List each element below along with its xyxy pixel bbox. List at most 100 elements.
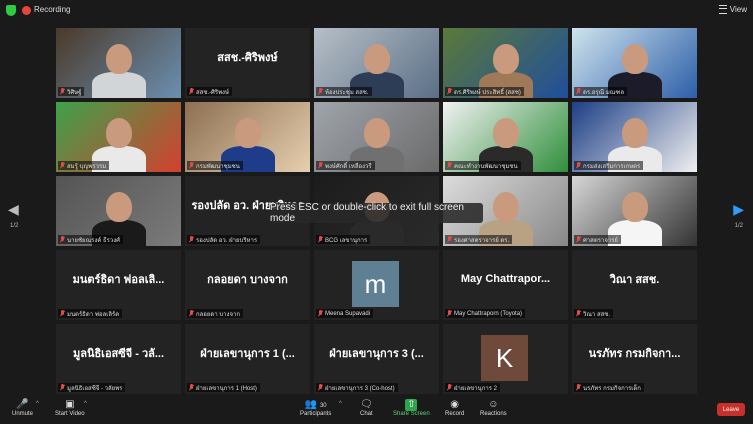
participant-face: [364, 44, 390, 74]
participant-name: กรมพัฒนาชุมชน: [196, 163, 240, 170]
view-button[interactable]: View: [718, 5, 747, 14]
participant-name-label: วิณา สสช.: [574, 309, 614, 318]
muted-mic-icon: [59, 384, 65, 391]
participant-tile[interactable]: กลอยดา บางจาก กลอยดา บางจาก: [185, 250, 310, 320]
chat-label: Chat: [360, 411, 373, 417]
participant-name-label: ดร.อรุณี มณฑล: [574, 87, 628, 96]
view-icon: [718, 5, 727, 14]
fullscreen-exit-toast: Press ESC or double-click to exit full s…: [270, 202, 483, 224]
participant-name: ฝ่ายเลขานุการ 3 (Co-host): [325, 385, 395, 392]
participant-tile[interactable]: m Meena Supavadi: [314, 250, 439, 320]
participant-name-label: พงษ์ศักดิ์ เหลืองวรี: [316, 161, 375, 170]
record-icon: ◉: [450, 399, 460, 410]
participant-name: พงษ์ศักดิ์ เหลืองวรี: [325, 163, 372, 170]
participants-chevron-icon[interactable]: ^: [339, 401, 342, 407]
participant-tile[interactable]: นรภัทร กรมกิจกา... นรภัทร กรมกิจการเด็ก: [572, 324, 697, 394]
muted-mic-icon: [188, 384, 194, 391]
participant-name-label: ฝ่ายเลขานุการ 3 (Co-host): [316, 383, 398, 392]
leave-button[interactable]: Leave: [717, 403, 745, 416]
participants-label: Participants: [300, 411, 332, 417]
participant-name-label: มนตร์ธิดา ฟอลเลิร์ต: [58, 309, 123, 318]
participant-face: [106, 118, 132, 148]
participant-tile[interactable]: ดร.อรุณี มณฑล: [572, 28, 697, 98]
participant-name: วิณา สสช.: [583, 311, 611, 318]
participant-tile[interactable]: นายชัยณรงค์ ธีรวงศ์: [56, 176, 181, 246]
participant-tile[interactable]: กรมส่งเสริมการเกษตร: [572, 102, 697, 172]
participant-tile[interactable]: May Chattrapor... May Chattraporn (Toyota…: [443, 250, 568, 320]
participant-tile[interactable]: มูลนิธิเอสซีจี - วลั... มูลนิธิเอสซีจี - …: [56, 324, 181, 394]
participant-name: สสช.-ศิริพงษ์: [196, 89, 229, 96]
participant-name: May Chattraporn (Toyota): [454, 310, 523, 317]
participant-face: [622, 118, 648, 148]
participant-display-name: May Chattrapor...: [460, 273, 551, 285]
participant-display-name: มนตร์ธิดา ฟอลเลิ...: [72, 274, 165, 286]
muted-mic-icon: [317, 236, 323, 243]
participant-tile[interactable]: ห้องประชุม สสช.: [314, 28, 439, 98]
participant-name-label: Meena Supavadi: [316, 309, 374, 318]
participant-name: ฝ่ายเลขานุการ 1 (Host): [196, 385, 257, 392]
security-shield-icon[interactable]: [6, 5, 16, 16]
participant-display-name: กลอยดา บางจาก: [207, 274, 288, 286]
top-bar: Recording View: [0, 0, 753, 22]
participant-name-label: กรมพัฒนาชุมชน: [187, 161, 243, 170]
record-label: Record: [445, 411, 465, 417]
participant-tile[interactable]: สสช.-ศิริพงษ์ สสช.-ศิริพงษ์: [185, 28, 310, 98]
unmute-button[interactable]: 🎤 Unmute: [12, 399, 33, 417]
reactions-button[interactable]: ☺ Reactions: [480, 399, 507, 417]
participant-tile[interactable]: กรมพัฒนาชุมชน: [185, 102, 310, 172]
chat-button[interactable]: 🗨 Chat: [360, 399, 373, 417]
participant-name: มนตร์ธิดา ฟอลเลิร์ต: [67, 311, 120, 318]
recording-label: Recording: [34, 5, 71, 14]
participant-tile[interactable]: ดร.ศิริพงษ์ ประสิทธิ์ (สสช): [443, 28, 568, 98]
participants-button[interactable]: 👥 30 Participants: [300, 399, 331, 417]
audio-options-chevron-icon[interactable]: ^: [36, 401, 39, 407]
participant-name: มูลนิธิเอสซีจี - วลัยพร: [67, 385, 123, 392]
participant-tile[interactable]: สมรู้ บุญพรวรม: [56, 102, 181, 172]
participant-tile[interactable]: ศาสตราจารย์: [572, 176, 697, 246]
muted-mic-icon: [317, 384, 323, 391]
participant-name: คณะทำงานพัฒนาชุมชน: [454, 163, 518, 170]
participant-name-label: กรมส่งเสริมการเกษตร: [574, 161, 644, 170]
reactions-icon: ☺: [488, 399, 499, 410]
record-button[interactable]: ◉ Record: [445, 399, 464, 417]
muted-mic-icon: [575, 310, 581, 317]
prev-page-arrow-icon[interactable]: ◀: [8, 201, 19, 218]
participant-face: [106, 192, 132, 222]
participant-tile[interactable]: K ฝ่ายเลขานุการ 2: [443, 324, 568, 394]
participant-name: นายชัยณรงค์ ธีรวงศ์: [67, 237, 120, 244]
start-video-button[interactable]: ▣ Start Video: [55, 399, 85, 417]
participant-name: รองศาสตราจารย์ ดร.: [454, 237, 510, 244]
participant-avatar: K: [481, 335, 528, 381]
participant-display-name: มูลนิธิเอสซีจี - วลั...: [72, 348, 165, 360]
participant-tile[interactable]: มนตร์ธิดา ฟอลเลิ... มนตร์ธิดา ฟอลเลิร์ต: [56, 250, 181, 320]
share-screen-button[interactable]: ⇧ Share Screen: [393, 399, 430, 417]
participant-tile[interactable]: คณะทำงานพัฒนาชุมชน: [443, 102, 568, 172]
next-page-arrow-icon[interactable]: ▶: [733, 201, 744, 218]
participant-name: ศาสตราจารย์: [583, 237, 618, 244]
muted-mic-icon: [446, 88, 452, 95]
unmute-label: Unmute: [12, 411, 34, 417]
participant-name: ฝ่ายเลขานุการ 2: [454, 385, 497, 392]
muted-mic-icon: [59, 310, 65, 317]
muted-mic-icon: [188, 88, 194, 95]
participant-tile[interactable]: พงษ์ศักดิ์ เหลืองวรี: [314, 102, 439, 172]
participant-face: [622, 44, 648, 74]
participant-name-label: รองปลัด อว. ฝ่ายบริหาร: [187, 235, 261, 244]
page-indicator-left: 1/2: [10, 223, 19, 229]
participant-tile[interactable]: วิณา สสช. วิณา สสช.: [572, 250, 697, 320]
muted-mic-icon: [575, 88, 581, 95]
muted-mic-icon: [575, 162, 581, 169]
participant-display-name: ฝ่ายเลขานุการ 1 (...: [200, 348, 295, 360]
muted-mic-icon: [317, 162, 323, 169]
participant-name-label: รองศาสตราจารย์ ดร.: [445, 235, 513, 244]
participant-display-name: วิณา สสช.: [609, 274, 660, 286]
participant-tile[interactable]: ฝ่ายเลขานุการ 1 (... ฝ่ายเลขานุการ 1 (Hos…: [185, 324, 310, 394]
participant-name-label: May Chattraporn (Toyota): [445, 309, 526, 318]
participant-display-name: ฝ่ายเลขานุการ 3 (...: [329, 348, 424, 360]
participant-tile[interactable]: วิศิษฐ์: [56, 28, 181, 98]
participant-tile[interactable]: ฝ่ายเลขานุการ 3 (... ฝ่ายเลขานุการ 3 (Co-…: [314, 324, 439, 394]
video-options-chevron-icon[interactable]: ^: [84, 401, 87, 407]
participant-name: BCG เลขานุการ: [325, 237, 368, 244]
recording-icon: [22, 6, 31, 15]
participant-name: Meena Supavadi: [325, 310, 371, 317]
